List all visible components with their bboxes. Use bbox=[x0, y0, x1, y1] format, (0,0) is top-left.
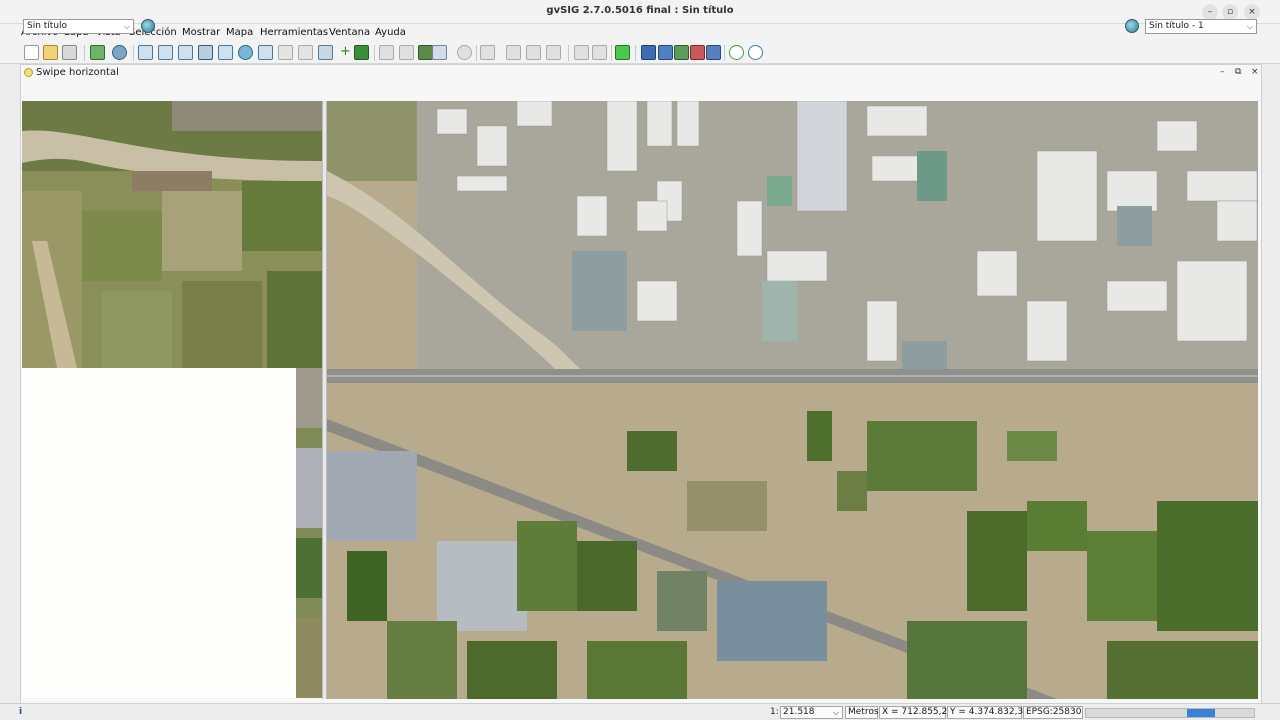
refresh-icon[interactable] bbox=[298, 45, 313, 60]
eye-icon[interactable] bbox=[112, 45, 127, 60]
units-field[interactable]: Metros bbox=[845, 706, 879, 719]
zoom-next-icon[interactable] bbox=[278, 45, 293, 60]
menu-ayuda[interactable]: Ayuda bbox=[375, 27, 406, 38]
table-icon[interactable] bbox=[399, 45, 414, 60]
area-icon[interactable] bbox=[506, 45, 521, 60]
menu-mostrar[interactable]: Mostrar bbox=[182, 27, 220, 38]
toolbar-separator bbox=[84, 45, 85, 61]
toolbar-separator bbox=[635, 45, 636, 61]
left-view-globe-icon[interactable] bbox=[141, 19, 155, 33]
swipe-empty-area bbox=[22, 368, 296, 698]
left-view-select-value: Sin título bbox=[27, 21, 68, 31]
add-layer-icon[interactable] bbox=[90, 45, 105, 60]
graphics-icon[interactable] bbox=[526, 45, 541, 60]
download-icon[interactable] bbox=[706, 45, 721, 60]
toolbar-separator bbox=[476, 45, 477, 61]
status-bar: i 1: 21.518 ⌵ Metros X = 712.855,27 Y = … bbox=[0, 703, 1280, 720]
cloud-download-icon[interactable] bbox=[748, 45, 763, 60]
zoom-previous-icon[interactable] bbox=[258, 45, 273, 60]
crs-field[interactable]: EPSG:25830 bbox=[1023, 706, 1083, 719]
close-button[interactable]: × bbox=[1244, 4, 1260, 20]
open-folder-icon[interactable] bbox=[43, 45, 58, 60]
right-view-globe-icon[interactable] bbox=[1125, 19, 1139, 33]
frame-restore-button[interactable]: ⧉ bbox=[1235, 67, 1241, 77]
layer-props-icon[interactable] bbox=[379, 45, 394, 60]
toolbar-separator bbox=[374, 45, 375, 61]
cloud-upload-icon[interactable] bbox=[729, 45, 744, 60]
swipe-window-titlebar: Swipe horizontal – ⧉ × bbox=[21, 65, 1261, 81]
report-icon[interactable] bbox=[690, 45, 705, 60]
toolbar-separator bbox=[568, 45, 569, 61]
full-extent-icon[interactable] bbox=[238, 45, 253, 60]
new-file-icon[interactable] bbox=[24, 45, 39, 60]
maximize-button[interactable]: ▫ bbox=[1222, 4, 1238, 20]
zoom-out-icon[interactable] bbox=[158, 45, 173, 60]
right-view-select-value: Sin título - 1 bbox=[1149, 21, 1204, 31]
chevron-down-icon: ⌵ bbox=[123, 22, 130, 31]
toolbar-separator bbox=[133, 45, 134, 61]
print-layout-icon[interactable] bbox=[418, 45, 433, 60]
menu-mapa[interactable]: Mapa bbox=[226, 27, 253, 38]
window-titlebar: gvSIG 2.7.0.5016 final : Sin título – ▫ … bbox=[0, 0, 1280, 24]
info-tool-icon[interactable] bbox=[457, 45, 472, 60]
scale-input[interactable]: 21.518 ⌵ bbox=[780, 706, 843, 719]
save-icon[interactable] bbox=[62, 45, 77, 60]
minimize-button[interactable]: – bbox=[1202, 4, 1218, 20]
chevron-down-icon: ⌵ bbox=[832, 708, 839, 717]
addon-icon[interactable] bbox=[641, 45, 656, 60]
paste-icon[interactable] bbox=[592, 45, 607, 60]
pan-icon[interactable] bbox=[198, 45, 213, 60]
right-view-select[interactable]: Sin título - 1 ⌵ bbox=[1145, 19, 1257, 34]
script-icon[interactable] bbox=[615, 45, 630, 60]
window-indicator-icon bbox=[24, 68, 33, 77]
frame-close-button[interactable]: × bbox=[1251, 67, 1259, 77]
geoprocess-icon[interactable] bbox=[546, 45, 561, 60]
menu-ventana[interactable]: Ventana bbox=[329, 27, 370, 38]
main-toolbar: + bbox=[0, 42, 1280, 64]
zoom-extent-icon[interactable] bbox=[178, 45, 193, 60]
scale-prefix: 1: bbox=[770, 707, 779, 717]
toolbar-separator bbox=[611, 45, 612, 61]
left-map-strip bbox=[296, 368, 322, 698]
zoom-in-icon[interactable] bbox=[138, 45, 153, 60]
edit-pencil-icon[interactable] bbox=[354, 45, 369, 60]
export-icon[interactable] bbox=[674, 45, 689, 60]
chevron-down-icon: ⌵ bbox=[1246, 22, 1253, 31]
crosshair-icon[interactable]: + bbox=[338, 45, 353, 60]
progress-bar bbox=[1085, 708, 1255, 718]
frame-minimize-button[interactable]: – bbox=[1220, 67, 1225, 77]
network-icon[interactable] bbox=[658, 45, 673, 60]
progress-bar-fill bbox=[1186, 709, 1216, 717]
grid-icon[interactable] bbox=[318, 45, 333, 60]
zoom-select-icon[interactable] bbox=[218, 45, 233, 60]
copy-icon[interactable] bbox=[574, 45, 589, 60]
left-view-select[interactable]: Sin título ⌵ bbox=[23, 19, 134, 34]
toolbar-separator bbox=[724, 45, 725, 61]
measure-icon[interactable] bbox=[480, 45, 495, 60]
info-icon: i bbox=[19, 707, 23, 717]
right-map-view[interactable] bbox=[327, 101, 1258, 699]
x-coordinate: X = 712.855,27 bbox=[879, 706, 953, 719]
left-map-view[interactable] bbox=[22, 101, 322, 368]
menu-bar: Archivo Capa Vista Selección Mostrar Map… bbox=[0, 24, 1280, 42]
y-coordinate: Y = 4.374.832,34 bbox=[947, 706, 1029, 719]
scale-value: 21.518 bbox=[783, 707, 815, 717]
swipe-window-title: Swipe horizontal bbox=[36, 67, 119, 78]
window-title: gvSIG 2.7.0.5016 final : Sin título bbox=[546, 5, 734, 16]
menu-herramientas[interactable]: Herramientas bbox=[260, 27, 328, 38]
selection-icon[interactable] bbox=[432, 45, 447, 60]
